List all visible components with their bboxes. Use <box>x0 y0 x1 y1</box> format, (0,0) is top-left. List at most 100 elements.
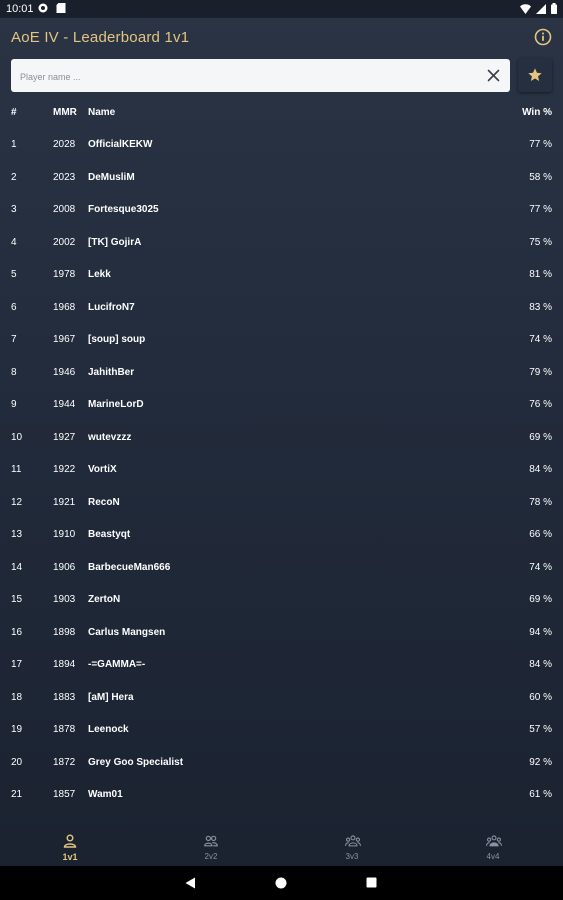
row-rank: 17 <box>11 659 23 670</box>
row-player-name: Leenock <box>88 724 129 735</box>
row-mmr: 1883 <box>53 691 76 703</box>
row-win-percent: 94 % <box>529 626 552 638</box>
row-mmr: 1872 <box>53 756 76 768</box>
row-win-percent: 81 % <box>529 269 552 280</box>
clear-search-icon[interactable] <box>487 69 500 82</box>
row-mmr: 1894 <box>53 659 76 670</box>
table-row[interactable]: 18 1883 [aM] Hera 60 % <box>0 681 563 713</box>
app-screen: 10:01 AoE IV - Leaderboard 1v1 # MMR <box>0 0 563 900</box>
table-row[interactable]: 6 1968 LucifroN7 83 % <box>0 291 563 323</box>
row-rank: 15 <box>11 594 23 605</box>
table-row[interactable]: 20 1872 Grey Goo Specialist 92 % <box>0 746 563 778</box>
row-player-name: DeMusliM <box>88 171 135 183</box>
row-rank: 8 <box>11 366 17 378</box>
row-mmr: 1927 <box>53 431 76 443</box>
row-mmr: 1878 <box>53 724 76 735</box>
row-player-name: RecoN <box>88 496 120 508</box>
row-mmr: 2028 <box>53 139 76 150</box>
four-people-icon <box>486 835 502 847</box>
table-row[interactable]: 3 2008 Fortesque3025 77 % <box>0 193 563 225</box>
row-player-name: JahithBer <box>88 366 135 378</box>
tab-3v3[interactable]: 3v3 <box>282 828 422 866</box>
table-row[interactable]: 8 1946 JahithBer 79 % <box>0 356 563 388</box>
table-row[interactable]: 2 2023 DeMusliM 58 % <box>0 161 563 193</box>
home-icon[interactable] <box>275 877 287 889</box>
row-rank: 9 <box>11 399 17 410</box>
row-player-name: VortiX <box>88 464 117 475</box>
table-row[interactable]: 1 2028 OfficialKEKW 77 % <box>0 128 563 160</box>
row-player-name: Lekk <box>88 269 111 280</box>
row-rank: 13 <box>11 529 23 540</box>
row-rank: 12 <box>11 496 23 508</box>
tab-4v4[interactable]: 4v4 <box>423 828 563 866</box>
row-win-percent: 69 % <box>529 431 552 443</box>
row-rank: 16 <box>11 626 23 638</box>
row-win-percent: 74 % <box>529 334 552 345</box>
table-row[interactable]: 16 1898 Carlus Mangsen 94 % <box>0 616 563 648</box>
row-win-percent: 74 % <box>529 561 552 573</box>
row-mmr: 1906 <box>53 561 76 573</box>
row-win-percent: 84 % <box>529 464 552 475</box>
row-player-name: OfficialKEKW <box>88 139 153 150</box>
table-row[interactable]: 14 1906 BarbecueMan666 74 % <box>0 551 563 583</box>
row-player-name: wutevzzz <box>88 431 132 443</box>
table-header: # MMR Name Win % <box>0 96 563 128</box>
search-bar <box>11 59 510 94</box>
table-row[interactable]: 4 2002 [TK] GojirA 75 % <box>0 226 563 258</box>
row-player-name: -=GAMMA=- <box>88 659 146 670</box>
header-name[interactable]: Name <box>88 107 115 118</box>
table-row[interactable]: 15 1903 ZertoN 69 % <box>0 583 563 615</box>
row-win-percent: 57 % <box>529 724 552 735</box>
table-row[interactable]: 19 1878 Leenock 57 % <box>0 713 563 745</box>
player-search-input[interactable] <box>18 59 482 94</box>
row-win-percent: 61 % <box>529 789 552 800</box>
table-row[interactable]: 21 1857 Wam01 61 % <box>0 778 563 810</box>
table-row[interactable]: 9 1944 MarineLorD 76 % <box>0 388 563 420</box>
tab-label: 1v1 <box>62 852 78 862</box>
row-mmr: 1944 <box>53 399 76 410</box>
row-player-name: Carlus Mangsen <box>88 626 166 638</box>
status-time: 10:01 <box>6 3 34 15</box>
row-player-name: BarbecueMan666 <box>88 561 171 573</box>
table-row[interactable]: 13 1910 Beastyqt 66 % <box>0 518 563 550</box>
row-win-percent: 69 % <box>529 594 552 605</box>
back-icon[interactable] <box>185 877 196 889</box>
row-rank: 20 <box>11 756 23 768</box>
table-row[interactable]: 7 1967 [soup] soup 74 % <box>0 323 563 355</box>
row-mmr: 2008 <box>53 204 76 215</box>
row-mmr: 1903 <box>53 594 76 605</box>
tab-2v2[interactable]: 2v2 <box>141 828 281 866</box>
row-win-percent: 79 % <box>529 366 552 378</box>
header-rank: # <box>11 107 17 118</box>
header-win-percent[interactable]: Win % <box>522 107 552 118</box>
row-win-percent: 75 % <box>529 236 552 248</box>
system-navigation-bar <box>0 866 563 900</box>
info-icon[interactable] <box>534 28 552 46</box>
favorites-button[interactable] <box>518 58 552 92</box>
table-row[interactable]: 17 1894 -=GAMMA=- 84 % <box>0 648 563 680</box>
table-row[interactable]: 11 1922 VortiX 84 % <box>0 453 563 485</box>
recents-icon[interactable] <box>366 877 377 888</box>
row-rank: 18 <box>11 691 23 703</box>
row-mmr: 1910 <box>53 529 76 540</box>
row-win-percent: 77 % <box>529 204 552 215</box>
row-player-name: ZertoN <box>88 594 121 605</box>
status-bar: 10:01 <box>0 0 563 18</box>
tab-1v1[interactable]: 1v1 <box>0 828 140 866</box>
table-row[interactable]: 10 1927 wutevzzz 69 % <box>0 421 563 453</box>
row-win-percent: 83 % <box>529 301 552 313</box>
row-mmr: 1978 <box>53 269 76 280</box>
status-indicators <box>520 3 557 14</box>
app-notification-icon <box>38 3 48 13</box>
wifi-icon <box>520 3 531 14</box>
two-people-icon <box>204 835 218 847</box>
row-player-name: Wam01 <box>88 789 123 800</box>
row-rank: 1 <box>11 139 17 150</box>
row-mmr: 1857 <box>53 789 76 800</box>
person-icon <box>63 834 77 848</box>
table-row[interactable]: 12 1921 RecoN 78 % <box>0 486 563 518</box>
row-mmr: 1922 <box>53 464 76 475</box>
row-win-percent: 84 % <box>529 659 552 670</box>
header-mmr[interactable]: MMR <box>53 107 77 118</box>
table-row[interactable]: 5 1978 Lekk 81 % <box>0 258 563 290</box>
